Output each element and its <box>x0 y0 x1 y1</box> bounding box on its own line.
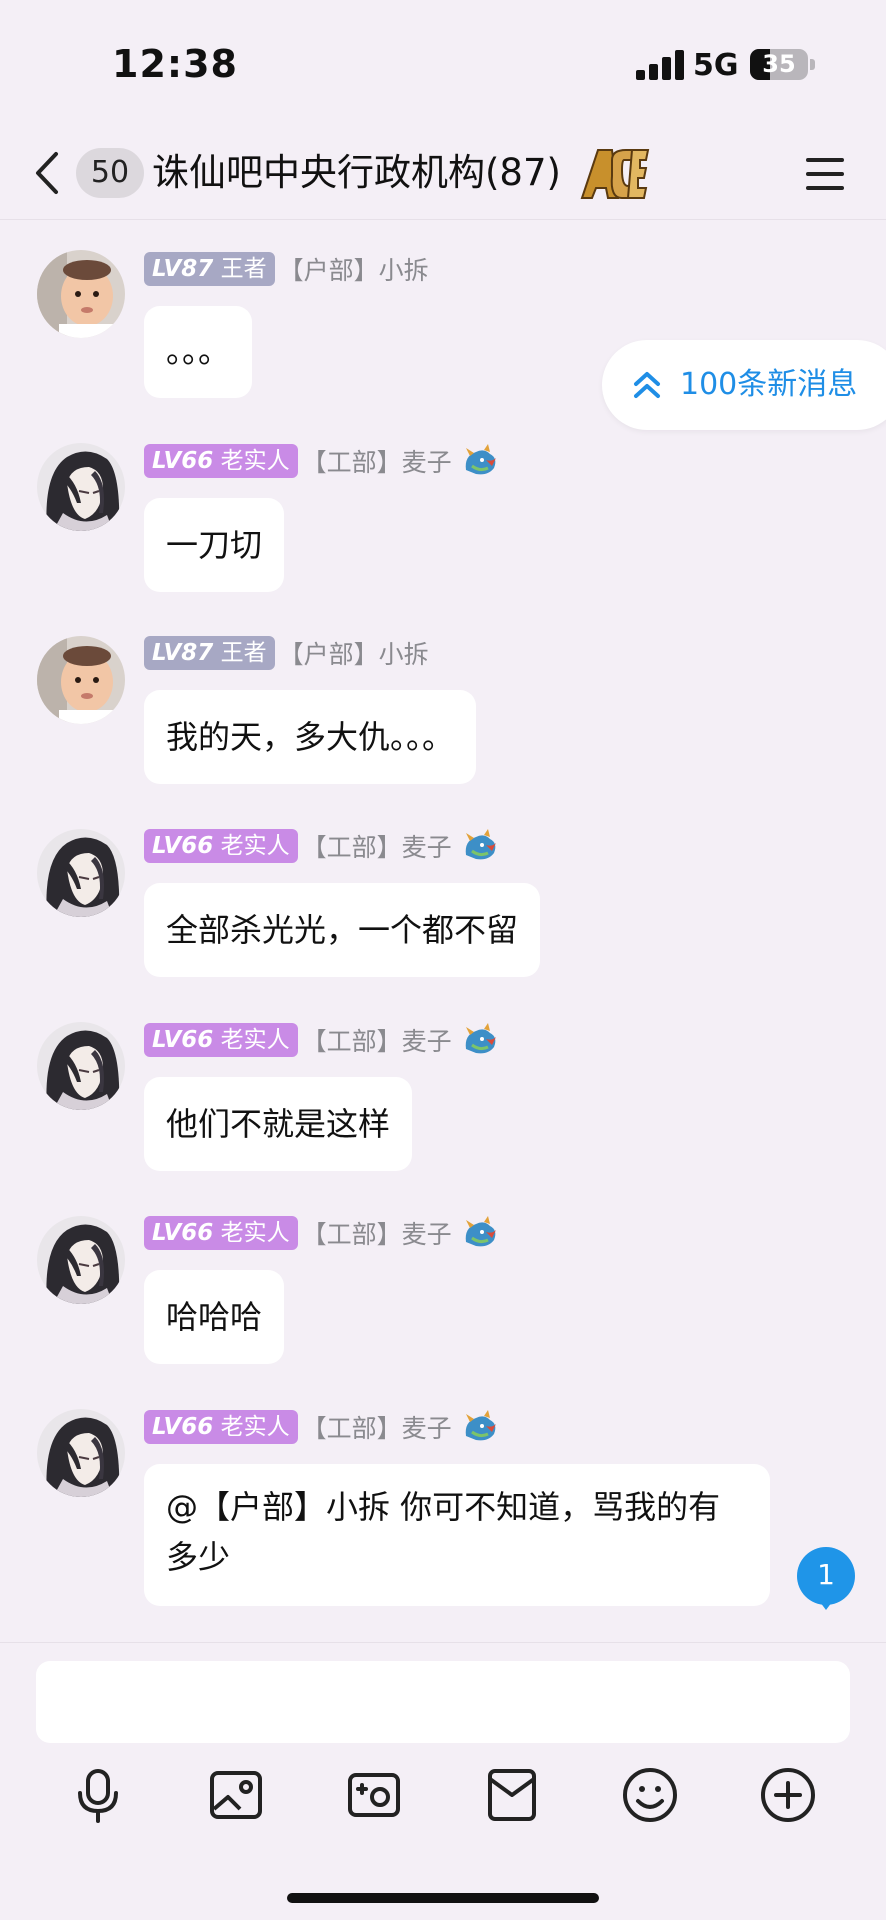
anime-avatar <box>37 1409 125 1497</box>
level-title: 老实人 <box>220 1220 290 1246</box>
sender-name[interactable]: 【工部】麦子 <box>302 1022 452 1058</box>
sender-avatar[interactable] <box>37 443 125 531</box>
anime-avatar <box>37 1216 125 1304</box>
file-icon[interactable] <box>482 1765 542 1825</box>
sender-name[interactable]: 【户部】小拆 <box>279 635 429 671</box>
message-meta: LV66 老实人 【工部】麦子 <box>144 1023 500 1057</box>
message-meta: LV66 老实人 【工部】麦子 <box>144 1410 500 1444</box>
level-text: LV66 <box>152 1027 214 1053</box>
message-bubble[interactable]: 他们不就是这样 <box>144 1077 413 1171</box>
input-area <box>0 1642 886 1920</box>
plus-icon[interactable] <box>758 1765 818 1825</box>
sender-name[interactable]: 【工部】麦子 <box>302 1409 452 1445</box>
sender-avatar[interactable] <box>37 829 125 917</box>
anime-avatar <box>37 443 125 531</box>
message-bubble[interactable]: @【户部】小拆 你可不知道，骂我的有多少 <box>144 1464 770 1606</box>
new-messages-button[interactable]: 100条新消息 <box>602 340 886 430</box>
home-indicator[interactable] <box>287 1893 599 1903</box>
mention-count: 1 <box>817 1558 835 1591</box>
message-meta: LV66 老实人 【工部】麦子 <box>144 829 500 863</box>
message-meta: LV87 王者 【户部】小拆 <box>144 636 429 670</box>
new-messages-label: 100条新消息 <box>680 367 858 402</box>
status-time: 12:38 <box>112 42 238 86</box>
level-text: LV66 <box>152 1220 214 1246</box>
dragon-medal-icon <box>462 1216 500 1250</box>
message-meta: LV87 王者 【户部】小拆 <box>144 252 429 286</box>
back-icon[interactable] <box>28 148 68 198</box>
sender-name[interactable]: 【工部】麦子 <box>302 1215 452 1251</box>
message-meta: LV66 老实人 【工部】麦子 <box>144 1216 500 1250</box>
mention-badge[interactable]: 1 <box>796 1546 856 1610</box>
level-badge: LV66 老实人 <box>144 1216 298 1250</box>
sender-avatar[interactable] <box>37 1409 125 1497</box>
level-title: 老实人 <box>220 1414 290 1440</box>
sender-avatar[interactable] <box>37 1022 125 1110</box>
microphone-icon[interactable] <box>68 1765 128 1825</box>
dragon-medal-icon <box>462 444 500 478</box>
message-bubble[interactable]: 我的天，多大仇。。。 <box>144 690 477 784</box>
network-label: 5G <box>693 48 739 83</box>
level-title: 老实人 <box>220 448 290 474</box>
sender-avatar[interactable] <box>37 250 125 338</box>
group-title[interactable]: 诛仙吧中央行政机构(87) <box>152 148 561 198</box>
dragon-medal-icon <box>462 829 500 863</box>
level-badge: LV87 王者 <box>144 252 275 286</box>
signal-icon <box>636 50 684 80</box>
level-text: LV66 <box>152 833 214 859</box>
message-bubble[interactable]: 。。。 <box>144 306 253 398</box>
sender-name[interactable]: 【户部】小拆 <box>279 251 429 287</box>
message-bubble[interactable]: 全部杀光光，一个都不留 <box>144 883 541 977</box>
baby-avatar <box>37 636 125 724</box>
level-title: 王者 <box>220 256 267 282</box>
sender-avatar[interactable] <box>37 636 125 724</box>
sender-name[interactable]: 【工部】麦子 <box>302 828 452 864</box>
status-bar: 12:38 5G 35 <box>0 0 886 130</box>
level-title: 老实人 <box>220 833 290 859</box>
level-text: LV66 <box>152 1414 214 1440</box>
sender-name[interactable]: 【工部】麦子 <box>302 443 452 479</box>
message-bubble[interactable]: 哈哈哈 <box>144 1270 285 1364</box>
level-text: LV87 <box>152 640 214 666</box>
battery-tip <box>810 59 815 70</box>
image-icon[interactable] <box>206 1765 266 1825</box>
level-badge: LV66 老实人 <box>144 1410 298 1444</box>
level-badge: LV66 老实人 <box>144 444 298 478</box>
anime-avatar <box>37 1022 125 1110</box>
dragon-medal-icon <box>462 1410 500 1444</box>
unread-count-badge[interactable]: 50 <box>76 148 144 198</box>
message-meta: LV66 老实人 【工部】麦子 <box>144 444 500 478</box>
level-badge: LV66 老实人 <box>144 829 298 863</box>
anime-avatar <box>37 829 125 917</box>
level-text: LV87 <box>152 256 214 282</box>
emoji-icon[interactable] <box>620 1765 680 1825</box>
ace-badge-icon[interactable] <box>578 146 650 202</box>
level-text: LV66 <box>152 448 214 474</box>
baby-avatar <box>37 250 125 338</box>
level-badge: LV66 老实人 <box>144 1023 298 1057</box>
level-title: 老实人 <box>220 1027 290 1053</box>
sender-avatar[interactable] <box>37 1216 125 1304</box>
level-title: 王者 <box>220 640 267 666</box>
camera-icon[interactable] <box>344 1765 404 1825</box>
message-input[interactable] <box>36 1661 850 1743</box>
dragon-medal-icon <box>462 1023 500 1057</box>
menu-icon[interactable] <box>806 156 846 192</box>
message-bubble[interactable]: 一刀切 <box>144 498 285 592</box>
battery-icon: 35 <box>750 49 808 80</box>
battery-level: 35 <box>762 50 796 78</box>
double-chevron-up-icon <box>634 372 660 398</box>
level-badge: LV87 王者 <box>144 636 275 670</box>
chat-header: 50 诛仙吧中央行政机构(87) <box>0 130 886 220</box>
